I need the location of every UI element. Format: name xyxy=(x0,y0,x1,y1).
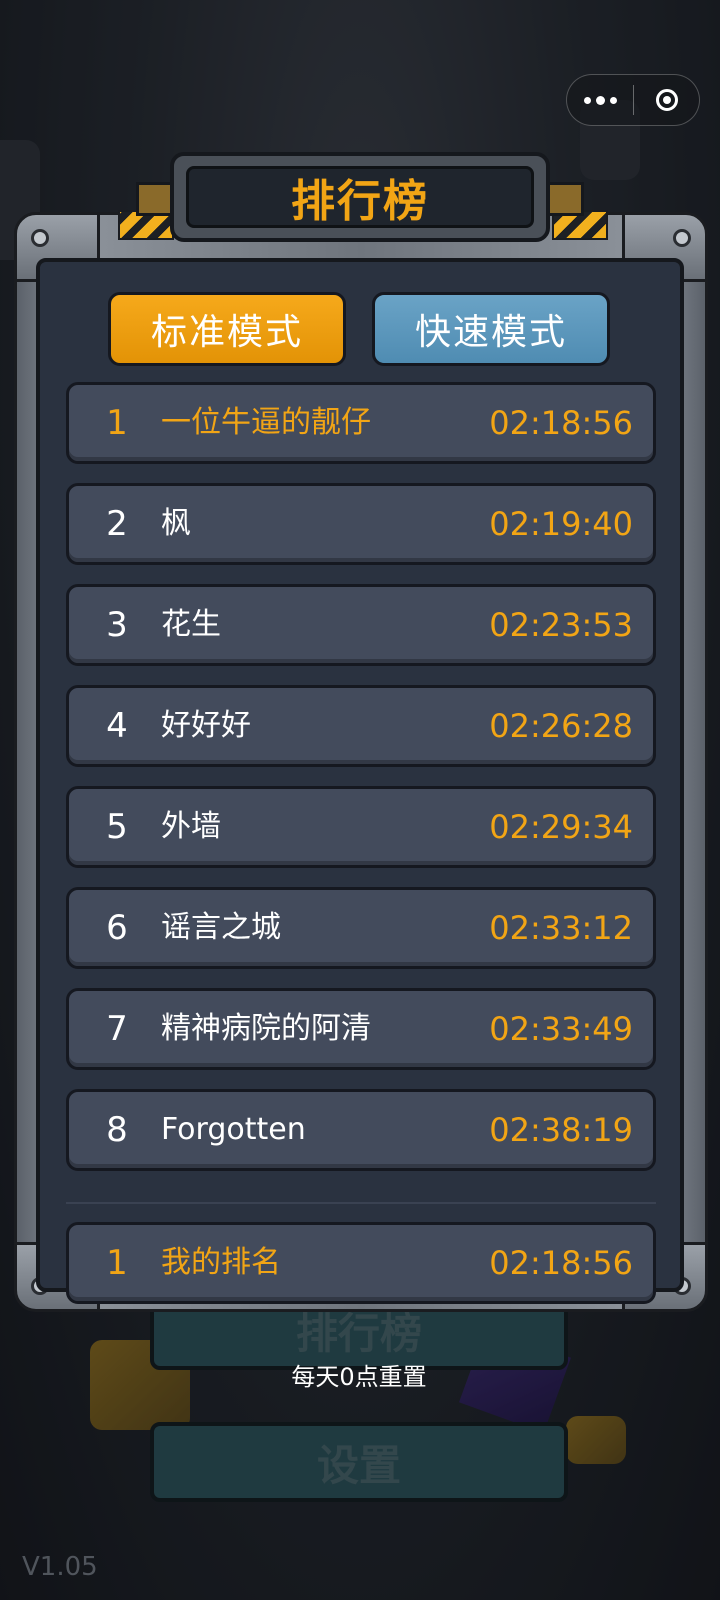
rank-number: 2 xyxy=(106,504,128,544)
finish-time: 02:19:40 xyxy=(489,505,633,543)
rank-number: 4 xyxy=(106,706,128,746)
settings-label: 设置 xyxy=(316,1440,401,1490)
player-name: 一位牛逼的靓仔 xyxy=(161,405,371,440)
finish-time: 02:38:19 xyxy=(489,1111,633,1149)
title-plate: 排行榜 xyxy=(170,152,550,242)
finish-time: 02:26:28 xyxy=(489,707,633,745)
finish-time: 02:29:34 xyxy=(489,808,633,846)
tab-label: 快速模式 xyxy=(414,312,567,353)
rank-number: 1 xyxy=(106,403,128,443)
tab-standard-mode[interactable]: 标准模式 xyxy=(108,292,346,366)
my-rank-row: 1 我的排名 02:18:56 xyxy=(66,1222,656,1304)
finish-time: 02:23:53 xyxy=(489,606,633,644)
tab-fast-mode[interactable]: 快速模式 xyxy=(372,292,610,366)
player-name: 枫 xyxy=(161,506,191,541)
leaderboard-row: 3 花生 02:23:53 xyxy=(66,584,656,666)
finish-time: 02:33:49 xyxy=(489,1010,633,1048)
player-name: 好好好 xyxy=(161,708,251,743)
tab-label: 标准模式 xyxy=(150,312,303,353)
leaderboard-row: 8 Forgotten 02:38:19 xyxy=(66,1089,656,1171)
more-dots-icon[interactable] xyxy=(567,75,633,125)
target-circle-icon[interactable] xyxy=(634,89,699,111)
player-name: 谣言之城 xyxy=(161,910,281,945)
leaderboard-row: 7 精神病院的阿清 02:33:49 xyxy=(66,988,656,1070)
leaderboard-row: 6 谣言之城 02:33:12 xyxy=(66,887,656,969)
list-divider xyxy=(66,1202,656,1204)
rank-number: 3 xyxy=(106,605,128,645)
leaderboard-row: 5 外墙 02:29:34 xyxy=(66,786,656,868)
rank-number: 6 xyxy=(106,908,128,948)
my-rank-label: 我的排名 xyxy=(161,1245,281,1280)
rank-number: 7 xyxy=(106,1009,128,1049)
player-name: 花生 xyxy=(161,607,221,642)
version-label: V1.05 xyxy=(22,1552,98,1582)
finish-time: 02:18:56 xyxy=(489,1244,633,1282)
title-bracket xyxy=(544,182,584,216)
leaderboard-row: 1 一位牛逼的靓仔 02:18:56 xyxy=(66,382,656,464)
rank-number: 8 xyxy=(106,1110,128,1150)
player-name: Forgotten xyxy=(161,1112,306,1147)
leaderboard-row: 2 枫 02:19:40 xyxy=(66,483,656,565)
reset-note: 每天0点重置 xyxy=(291,1363,427,1391)
settings-button[interactable]: 设置 xyxy=(150,1422,568,1502)
player-name: 外墙 xyxy=(161,809,221,844)
finish-time: 02:18:56 xyxy=(489,404,633,442)
finish-time: 02:33:12 xyxy=(489,909,633,947)
leaderboard-row: 4 好好好 02:26:28 xyxy=(66,685,656,767)
player-name: 精神病院的阿清 xyxy=(161,1011,371,1046)
rank-number: 5 xyxy=(106,807,128,847)
mini-program-capsule xyxy=(566,74,700,126)
rank-number: 1 xyxy=(106,1243,128,1283)
leaderboard-title: 排行榜 xyxy=(291,176,429,227)
